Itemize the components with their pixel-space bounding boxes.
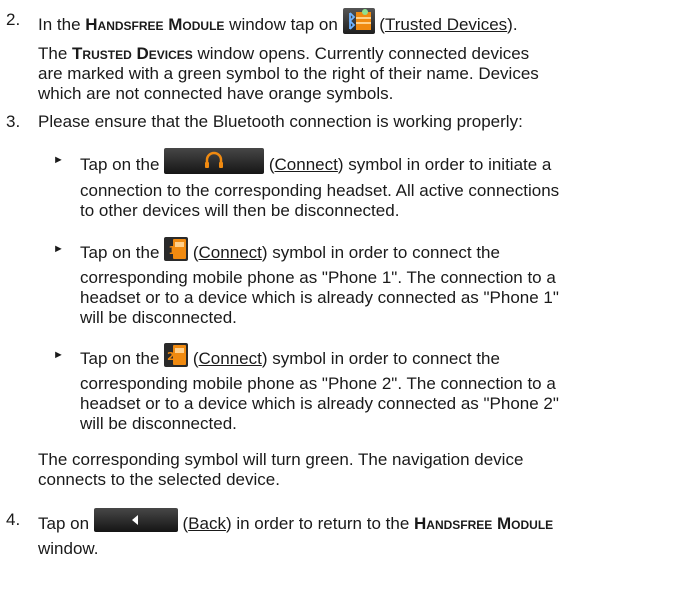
- step3-result: The corresponding symbol will turn green…: [38, 450, 524, 489]
- bullet-arrow-icon: ►: [53, 154, 64, 166]
- bullet-item: Tap on the 1 (Connect) symbol in order t…: [80, 237, 680, 328]
- connect-link[interactable]: Connect: [275, 155, 338, 174]
- window-name: Trusted Devices: [72, 44, 193, 63]
- step-number: 2.: [6, 10, 21, 29]
- trusted-devices-icon[interactable]: [342, 8, 375, 39]
- window-name: Handsfree Module: [414, 513, 554, 533]
- bullet-arrow-icon: ►: [53, 349, 64, 361]
- back-link[interactable]: Back: [188, 514, 226, 533]
- step2-line1: In the Handsfree Module window tap on (T…: [38, 8, 518, 41]
- bullet-arrow-icon: ►: [53, 243, 64, 255]
- trusted-devices-link[interactable]: Trusted Devices: [385, 15, 507, 34]
- connect-link[interactable]: Connect: [199, 243, 262, 262]
- step2-para: The Trusted Devices window opens. Curren…: [38, 44, 539, 103]
- svg-text:2: 2: [167, 350, 175, 363]
- step-number: 4.: [6, 510, 21, 529]
- step4-para: Tap on (Back) in order to return to the …: [38, 508, 554, 559]
- step-number: 3.: [6, 112, 21, 131]
- phone2-connect-icon[interactable]: 2: [164, 343, 189, 372]
- svg-text:1: 1: [169, 244, 177, 257]
- step3-intro: Please ensure that the Bluetooth connect…: [38, 112, 523, 131]
- bullet-item: Tap on the (Connect) symbol in order to …: [80, 148, 680, 221]
- back-arrow-icon[interactable]: [93, 508, 178, 537]
- headset-connect-icon[interactable]: [164, 148, 265, 179]
- bullet-item: Tap on the 2 (Connect) symbol in order t…: [80, 343, 680, 434]
- connect-link[interactable]: Connect: [199, 349, 262, 368]
- window-name: Handsfree Module: [85, 14, 225, 34]
- phone1-connect-icon[interactable]: 1: [164, 237, 189, 266]
